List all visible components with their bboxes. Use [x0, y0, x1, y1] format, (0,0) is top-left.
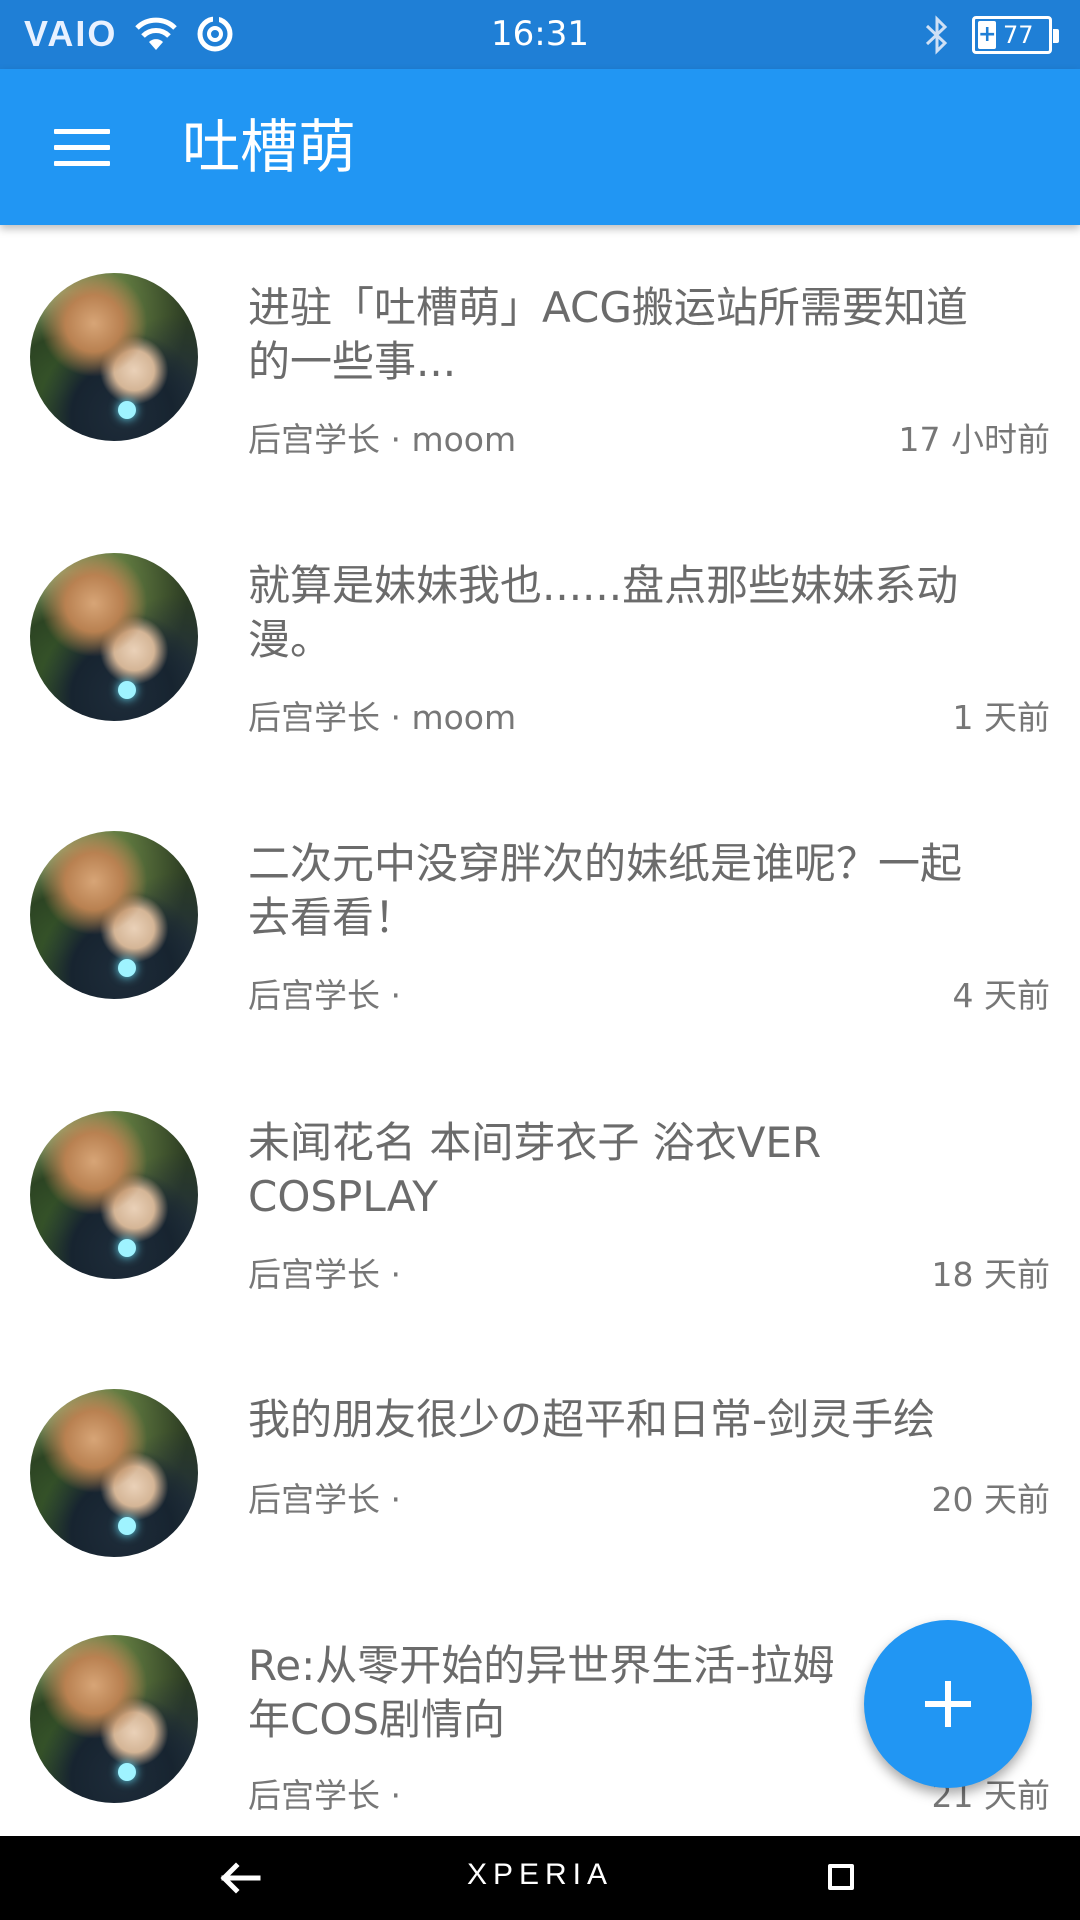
post-title: 进驻「吐槽萌」ACG搬运站所需要知道 的一些事... [248, 281, 1048, 389]
post-title: 就算是妹妹我也......盘点那些妹妹系动 漫。 [248, 559, 1048, 667]
post-title-line: 漫。 [248, 615, 333, 664]
avatar[interactable] [30, 273, 198, 441]
post-title-line: 进驻「吐槽萌」ACG搬运站所需要知道 [248, 283, 968, 332]
clock: 16:31 [491, 14, 589, 54]
post-title-line: COSPLAY [248, 1172, 438, 1221]
navigation-bar: XPERIA [0, 1836, 1080, 1920]
post-title-line: 就算是妹妹我也......盘点那些妹妹系动 [248, 561, 959, 610]
hamburger-menu-icon[interactable] [40, 109, 124, 185]
post-title: 未闻花名 本间芽衣子 浴衣VER COSPLAY [248, 1116, 1048, 1224]
status-bar: VAIO 16:31 + 77 [0, 0, 1080, 69]
post-time: 4 天前 [952, 976, 1051, 1015]
battery-level: 77 [1003, 21, 1034, 49]
list-item[interactable]: 未闻花名 本间芽衣子 浴衣VER COSPLAY 后宫学长 · 18 天前 [0, 1063, 1080, 1343]
plus-icon [925, 1681, 971, 1727]
list-item[interactable]: 我的朋友很少の超平和日常-剑灵手绘 后宫学长 · 20 天前 [0, 1343, 1080, 1603]
battery-charging-icon: + [978, 21, 997, 49]
post-time: 17 小时前 [898, 420, 1050, 459]
app-bar: 吐槽萌 [0, 69, 1080, 225]
post-title-line: 我的朋友很少の超平和日常-剑灵手绘 [248, 1395, 936, 1444]
post-time: 20 天前 [931, 1480, 1050, 1519]
post-title-line: 未闻花名 本间芽衣子 浴衣VER [248, 1118, 822, 1167]
post-author: 后宫学长 · [248, 976, 401, 1015]
post-title-line: 去看看！ [248, 893, 417, 942]
post-author: 后宫学长 · moom [248, 420, 517, 459]
post-time: 18 天前 [931, 1255, 1050, 1294]
avatar[interactable] [30, 1389, 198, 1557]
status-right-icons: + 77 [924, 14, 1059, 56]
post-title-line: 二次元中没穿胖次的妹纸是谁呢？一起 [248, 839, 963, 888]
post-title: 我的朋友很少の超平和日常-剑灵手绘 [248, 1393, 1048, 1447]
post-title: 二次元中没穿胖次的妹纸是谁呢？一起 去看看！ [248, 837, 1048, 945]
avatar[interactable] [30, 1635, 198, 1803]
post-time: 1 天前 [952, 698, 1051, 737]
post-list[interactable]: 进驻「吐槽萌」ACG搬运站所需要知道 的一些事... 后宫学长 · moom 1… [0, 225, 1080, 1836]
page-title: 吐槽萌 [182, 113, 357, 181]
avatar[interactable] [30, 1111, 198, 1279]
bluetooth-icon [925, 15, 948, 55]
battery-icon: + 77 [972, 16, 1059, 54]
list-item[interactable]: 进驻「吐槽萌」ACG搬运站所需要知道 的一些事... 后宫学长 · moom 1… [0, 225, 1080, 505]
post-title-line: 的一些事... [248, 337, 457, 386]
post-author: 后宫学长 · [248, 1255, 401, 1294]
list-item[interactable]: 就算是妹妹我也......盘点那些妹妹系动 漫。 后宫学长 · moom 1 天… [0, 505, 1080, 785]
add-post-button[interactable] [864, 1620, 1032, 1788]
list-item[interactable]: 二次元中没穿胖次的妹纸是谁呢？一起 去看看！ 后宫学长 · 4 天前 [0, 785, 1080, 1063]
avatar[interactable] [30, 553, 198, 721]
post-author: 后宫学长 · [248, 1480, 401, 1519]
avatar[interactable] [30, 831, 198, 999]
recent-apps-icon[interactable] [828, 1864, 854, 1890]
xperia-logo: XPERIA [466, 1858, 614, 1891]
post-author: 后宫学长 · moom [248, 698, 517, 737]
post-author: 后宫学长 · [248, 1776, 401, 1815]
